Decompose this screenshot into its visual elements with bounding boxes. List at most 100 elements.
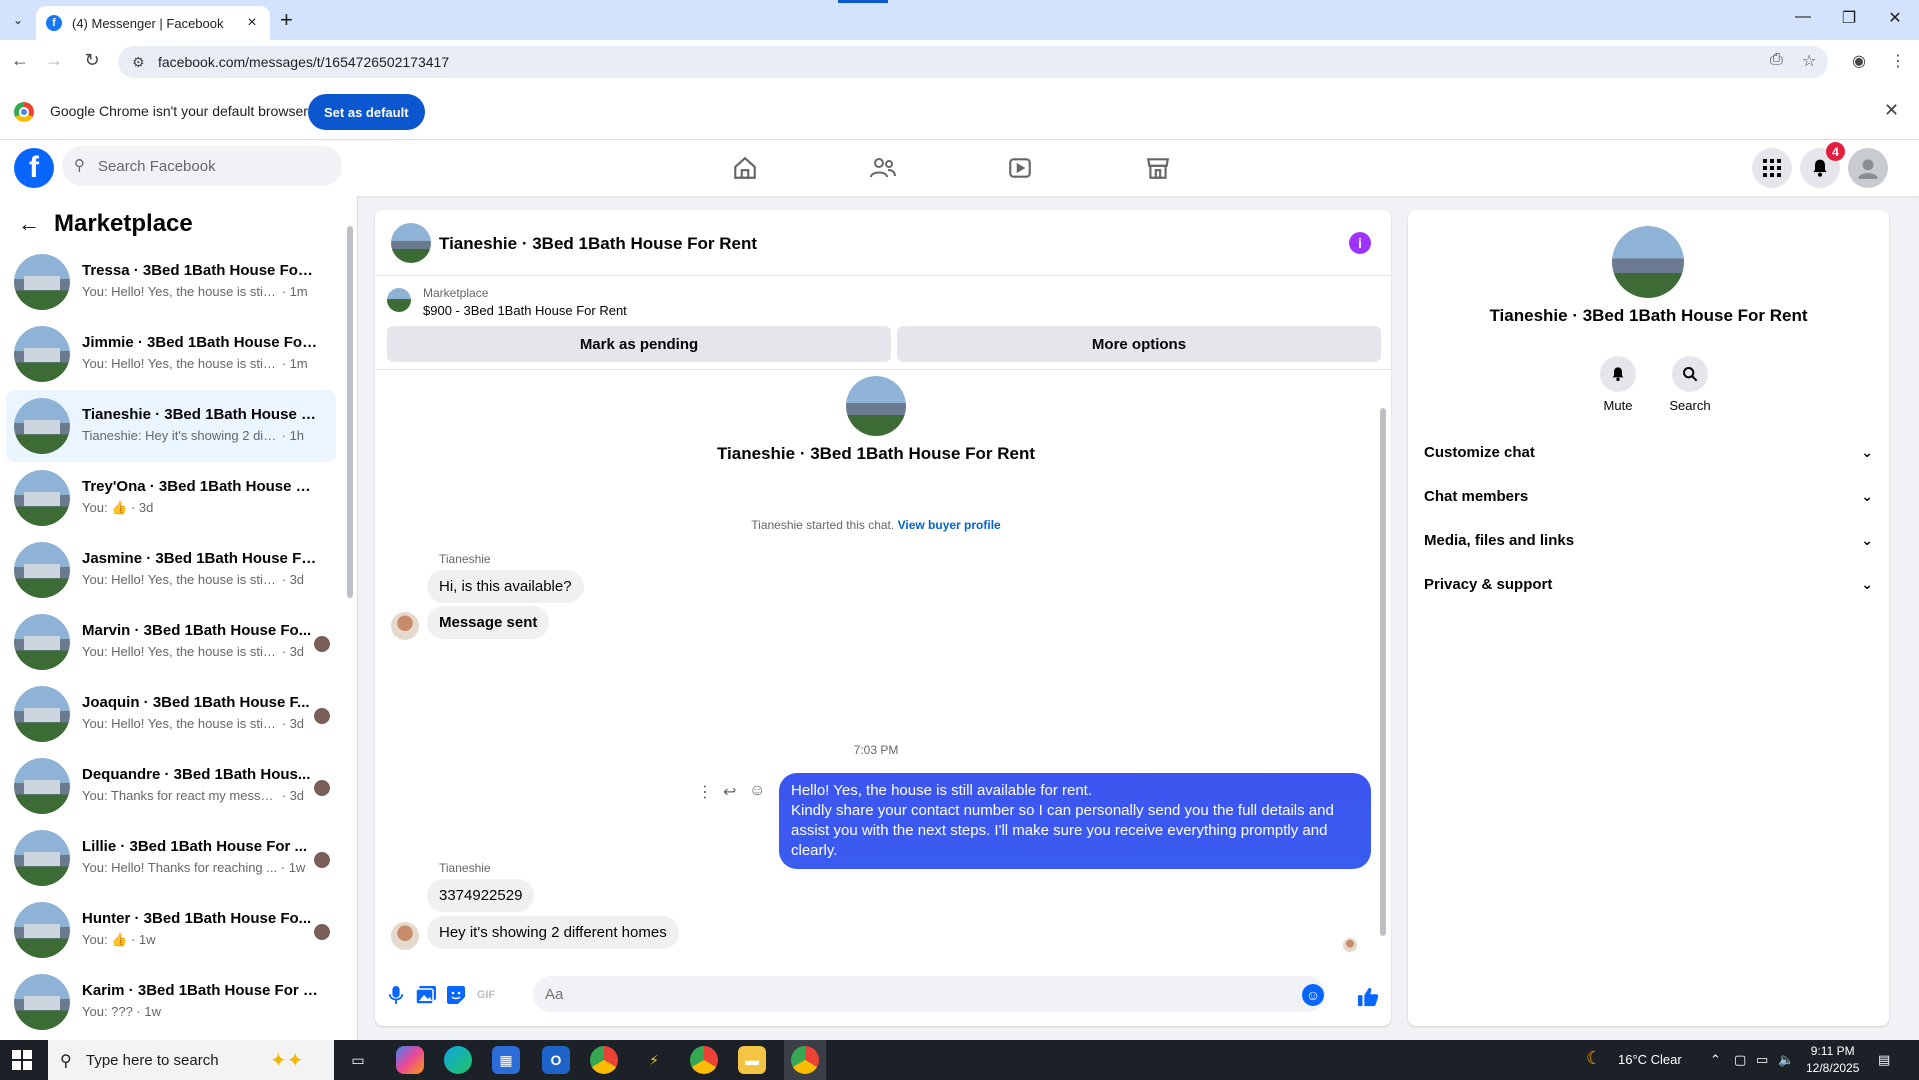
set-as-default-button[interactable]: Set as default	[308, 94, 425, 130]
profile-icon[interactable]: ◉	[1852, 51, 1866, 71]
privacy-support-row[interactable]: Privacy & support ⌄	[1424, 566, 1873, 602]
minimize-icon[interactable]: —	[1780, 8, 1826, 26]
like-thumbs-up-icon[interactable]	[1357, 986, 1379, 1013]
react-emoji-icon[interactable]: ☺	[749, 782, 765, 800]
bookmark-star-icon[interactable]: ☆	[1802, 51, 1816, 71]
browser-tab-strip: ⌄ f (4) Messenger | Facebook × + — ❐ ✕	[0, 0, 1919, 40]
conversation-item[interactable]: Tressa · 3Bed 1Bath House For R... You: H…	[6, 246, 336, 318]
chat-title[interactable]: Tianeshie · 3Bed 1Bath House For Rent	[439, 234, 757, 254]
listing-thumbnail[interactable]	[387, 288, 411, 312]
incoming-message[interactable]: Message sent	[427, 606, 550, 639]
conversation-item[interactable]: Joaquin · 3Bed 1Bath House F... You: Hell…	[6, 678, 336, 750]
incoming-message[interactable]: 3374922529	[427, 879, 535, 912]
conversation-item[interactable]: Jasmine · 3Bed 1Bath House For ... You: H…	[6, 534, 336, 606]
url-text: facebook.com/messages/t/1654726502173417	[158, 54, 450, 70]
view-buyer-profile-link[interactable]: View buyer profile	[898, 518, 1001, 532]
copilot-icon[interactable]	[396, 1046, 424, 1074]
home-icon[interactable]	[725, 150, 765, 186]
info-avatar[interactable]	[1612, 226, 1684, 298]
new-tab-plus-icon[interactable]: +	[280, 8, 293, 32]
back-arrow-icon[interactable]: ←	[18, 211, 40, 237]
sidebar-scrollbar-thumb[interactable]	[347, 226, 353, 598]
search-in-conversation-button[interactable]: Search	[1660, 356, 1720, 413]
conversation-item[interactable]: Marvin · 3Bed 1Bath House Fo... You: Hell…	[6, 606, 336, 678]
marketplace-icon[interactable]	[1138, 150, 1178, 186]
friends-icon[interactable]	[863, 150, 903, 186]
thread-scrollbar-thumb[interactable]	[1380, 408, 1386, 936]
video-icon[interactable]	[1000, 150, 1040, 186]
show-hidden-icons-icon[interactable]: ⌃	[1710, 1052, 1721, 1068]
account-avatar[interactable]	[1848, 148, 1888, 188]
power-automate-icon[interactable]: ⚡	[640, 1046, 668, 1074]
more-actions-icon[interactable]: ⋮	[697, 782, 713, 802]
site-info-icon[interactable]: ⚙	[132, 54, 145, 71]
edge-icon[interactable]	[444, 1046, 472, 1074]
menu-grid-icon[interactable]	[1752, 148, 1792, 188]
close-tab-icon[interactable]: ×	[244, 14, 260, 32]
window-close-icon[interactable]: ✕	[1872, 8, 1918, 28]
infobar-message: Google Chrome isn't your default browser	[50, 103, 308, 119]
browser-tab[interactable]: f (4) Messenger | Facebook ×	[36, 6, 270, 40]
weather-text[interactable]: 16°C Clear	[1618, 1052, 1682, 1067]
chat-avatar[interactable]	[391, 223, 431, 263]
conversation-info-icon[interactable]: i	[1349, 232, 1371, 254]
media-files-links-row[interactable]: Media, files and links ⌄	[1424, 522, 1873, 558]
task-view-icon[interactable]: ▭	[344, 1046, 372, 1074]
message-input[interactable]	[533, 976, 1325, 1012]
forward-arrow-icon[interactable]: →	[42, 50, 66, 71]
snippet-separator: ·	[278, 644, 290, 659]
infobar-close-icon[interactable]: ✕	[1884, 100, 1899, 121]
meet-now-icon[interactable]: ▢	[1734, 1052, 1746, 1068]
mute-button[interactable]: Mute	[1588, 356, 1648, 413]
conversation-item[interactable]: Tianeshie · 3Bed 1Bath House Fo... Tianes…	[6, 390, 336, 462]
address-bar[interactable]: ⚙ facebook.com/messages/t/16547265021734…	[118, 46, 1828, 78]
volume-icon[interactable]: 🔈	[1778, 1052, 1794, 1068]
emoji-icon[interactable]: ☺	[1302, 984, 1324, 1006]
tab-search-chevron-icon[interactable]: ⌄	[6, 8, 30, 32]
taskbar-clock[interactable]: 9:11 PM 12/8/2025	[1806, 1043, 1859, 1077]
reload-icon[interactable]: ↻	[80, 50, 104, 71]
conversation-item[interactable]: Lillie · 3Bed 1Bath House For ... You: He…	[6, 822, 336, 894]
gif-icon[interactable]: GIF	[475, 989, 497, 1001]
photo-icon[interactable]	[415, 986, 437, 1009]
restore-icon[interactable]: ❐	[1826, 8, 1872, 28]
conversation-item[interactable]: Trey'Ona · 3Bed 1Bath House Fo... You: 👍 …	[6, 462, 336, 534]
microphone-icon[interactable]	[385, 986, 407, 1009]
conversation-item[interactable]: Jimmie · 3Bed 1Bath House For ... You: He…	[6, 318, 336, 390]
incoming-message[interactable]: Hi, is this available?	[427, 570, 584, 603]
chrome-active-icon[interactable]	[791, 1046, 819, 1074]
sender-avatar[interactable]	[391, 612, 419, 640]
incoming-message[interactable]: Hey it's showing 2 different homes	[427, 916, 679, 949]
more-options-button[interactable]: More options	[897, 326, 1381, 362]
sidebar-scrollbar[interactable]	[346, 212, 354, 1032]
conversation-item[interactable]: Karim · 3Bed 1Bath House For R... You: ??…	[6, 966, 336, 1038]
conversation-item[interactable]: Dequandre · 3Bed 1Bath Hous... You: Thank…	[6, 750, 336, 822]
outgoing-message[interactable]: Hello! Yes, the house is still available…	[779, 773, 1371, 869]
reply-icon[interactable]: ↩	[723, 782, 736, 802]
listing-price-title[interactable]: $900 - 3Bed 1Bath House For Rent	[423, 303, 627, 318]
conversation-list: Tressa · 3Bed 1Bath House For R... You: H…	[6, 246, 336, 1038]
conversation-item[interactable]: Hunter · 3Bed 1Bath House Fo... You: 👍 · …	[6, 894, 336, 966]
notification-center-icon[interactable]: ▤	[1878, 1052, 1890, 1068]
snippet-separator: ·	[278, 572, 290, 587]
store-icon[interactable]: ▦	[492, 1046, 520, 1074]
sticker-icon[interactable]	[445, 986, 467, 1009]
file-explorer-icon[interactable]: ▬	[738, 1046, 766, 1074]
taskbar-search-box[interactable]: ⚲ Type here to search ✦✦	[48, 1040, 334, 1080]
chat-members-row[interactable]: Chat members ⌄	[1424, 478, 1873, 514]
outlook-icon[interactable]: O	[542, 1046, 570, 1074]
install-app-icon[interactable]: ⎙	[1770, 51, 1783, 69]
facebook-logo-icon[interactable]: f	[14, 148, 54, 188]
network-icon[interactable]: ▭	[1756, 1052, 1768, 1068]
customize-chat-row[interactable]: Customize chat ⌄	[1424, 434, 1873, 470]
windows-start-icon[interactable]	[12, 1050, 32, 1070]
facebook-search-input[interactable]: ⚲ Search Facebook	[62, 146, 342, 186]
chrome-icon[interactable]	[590, 1046, 618, 1074]
menu-kebab-icon[interactable]: ⋮	[1890, 51, 1906, 71]
weather-icon[interactable]: ☾	[1586, 1048, 1602, 1069]
chrome-profile-icon[interactable]	[690, 1046, 718, 1074]
sender-avatar[interactable]	[391, 922, 419, 950]
thread-scrollbar[interactable]	[1377, 370, 1389, 952]
back-arrow-icon[interactable]: ←	[8, 50, 32, 71]
mark-as-pending-button[interactable]: Mark as pending	[387, 326, 891, 362]
